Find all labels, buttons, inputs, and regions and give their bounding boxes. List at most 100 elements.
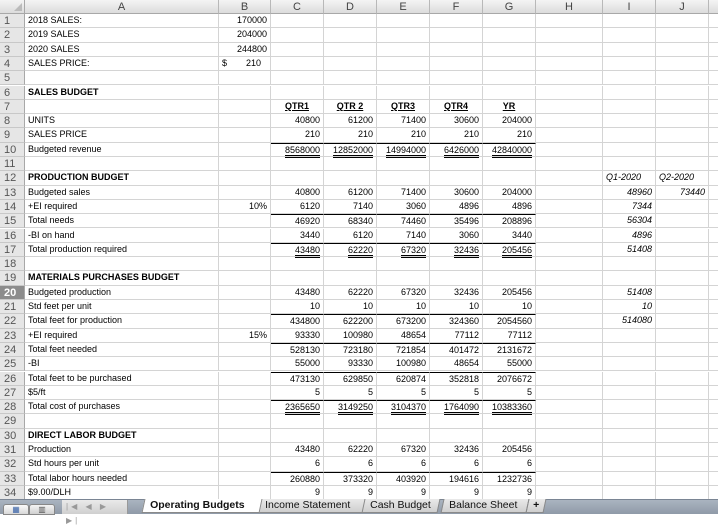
cell-g13[interactable]: 204000: [483, 185, 536, 200]
cell-g34[interactable]: 9: [483, 485, 536, 499]
cell-k15[interactable]: [709, 214, 718, 229]
cell-d2[interactable]: [324, 28, 377, 43]
cell-b17[interactable]: [219, 242, 271, 258]
cell-j25[interactable]: [656, 357, 709, 372]
cell-g26[interactable]: 2076672: [483, 371, 536, 386]
row-header[interactable]: 30: [0, 428, 25, 443]
cell-a8[interactable]: UNITS: [25, 114, 219, 129]
cell-h9[interactable]: [536, 128, 603, 143]
cell-d7[interactable]: QTR 2: [324, 99, 377, 115]
cell-g9[interactable]: 210: [483, 128, 536, 143]
cell-g15[interactable]: 208896: [483, 214, 536, 229]
cell-g1[interactable]: [483, 14, 536, 29]
cell-d5[interactable]: [324, 71, 377, 86]
cell-i18[interactable]: [603, 257, 656, 272]
cell-k7[interactable]: [709, 100, 718, 115]
cell-i4[interactable]: [603, 56, 656, 72]
cell-c3[interactable]: [271, 42, 324, 57]
cell-c20[interactable]: 43480: [271, 285, 324, 300]
cell-i2[interactable]: [603, 28, 656, 43]
cell-e29[interactable]: [377, 414, 430, 429]
cell-e14[interactable]: 3060: [377, 199, 430, 215]
cell-k30[interactable]: [709, 429, 718, 443]
cell-d10[interactable]: 12852000: [324, 142, 377, 158]
cell-c32[interactable]: 6: [271, 457, 324, 472]
cell-d31[interactable]: 62220: [324, 443, 377, 458]
row-header[interactable]: 6: [0, 85, 25, 100]
cell-d26[interactable]: 629850: [324, 371, 377, 386]
cell-c16[interactable]: 3440: [271, 228, 324, 243]
cell-e15[interactable]: 74460: [377, 214, 430, 229]
cell-d14[interactable]: 7140: [324, 199, 377, 215]
cell-b19[interactable]: [219, 271, 271, 286]
row-header[interactable]: 22: [0, 314, 25, 329]
cell-i15[interactable]: 56304: [603, 214, 656, 229]
cell-k1[interactable]: [709, 14, 718, 29]
cell-e30[interactable]: [377, 428, 430, 443]
cell-h30[interactable]: [536, 428, 603, 443]
row-header[interactable]: 8: [0, 114, 25, 129]
cell-a20[interactable]: Budgeted production: [25, 285, 219, 300]
cell-c34[interactable]: 9: [271, 485, 324, 499]
cell-j26[interactable]: [656, 371, 709, 386]
cell-h21[interactable]: [536, 300, 603, 315]
cell-h34[interactable]: [536, 485, 603, 499]
cell-i17[interactable]: 51408: [603, 242, 656, 258]
cell-i10[interactable]: [603, 142, 656, 157]
cell-f14[interactable]: 4896: [430, 199, 483, 215]
cell-e34[interactable]: 9: [377, 485, 430, 499]
cell-j32[interactable]: [656, 457, 709, 472]
row-header[interactable]: 34: [0, 485, 25, 499]
cell-b9[interactable]: [219, 128, 271, 143]
cell-d27[interactable]: 5: [324, 385, 377, 401]
cell-k24[interactable]: [709, 343, 718, 358]
cell-f30[interactable]: [430, 428, 483, 443]
cell-f12[interactable]: [430, 171, 483, 186]
cell-i27[interactable]: [603, 385, 656, 401]
column-header-d[interactable]: D: [324, 0, 377, 14]
cell-g27[interactable]: 5: [483, 385, 536, 401]
cell-j33[interactable]: [656, 471, 709, 486]
cell-a19[interactable]: MATERIALS PURCHASES BUDGET: [25, 271, 219, 286]
cell-a14[interactable]: +EI required: [25, 199, 219, 215]
cell-g22[interactable]: 2054560: [483, 314, 536, 329]
cell-g2[interactable]: [483, 28, 536, 43]
cell-g14[interactable]: 4896: [483, 199, 536, 215]
cell-k23[interactable]: [709, 329, 718, 343]
cell-f25[interactable]: 48654: [430, 357, 483, 372]
cell-k8[interactable]: [709, 114, 718, 129]
cell-h18[interactable]: [536, 257, 603, 272]
cell-g8[interactable]: 204000: [483, 114, 536, 129]
cell-e17[interactable]: 67320: [377, 242, 430, 258]
cell-f7[interactable]: QTR4: [430, 99, 483, 115]
cell-c24[interactable]: 528130: [271, 342, 324, 358]
cell-j15[interactable]: [656, 214, 709, 229]
cell-k11[interactable]: [709, 157, 718, 172]
cell-b24[interactable]: [219, 342, 271, 358]
cell-j34[interactable]: [656, 485, 709, 499]
cell-a31[interactable]: Production: [25, 443, 219, 458]
cell-i22[interactable]: 514080: [603, 314, 656, 329]
cell-k34[interactable]: [709, 486, 718, 499]
cell-d1[interactable]: [324, 14, 377, 29]
cell-a5[interactable]: [25, 71, 219, 86]
cell-g5[interactable]: [483, 71, 536, 86]
cell-j12[interactable]: Q2-2020: [656, 171, 709, 186]
cell-b3[interactable]: 244800: [219, 42, 271, 57]
cell-k6[interactable]: [709, 86, 718, 100]
cell-i5[interactable]: [603, 71, 656, 86]
cell-e27[interactable]: 5: [377, 385, 430, 401]
cell-f24[interactable]: 401472: [430, 342, 483, 358]
cell-e22[interactable]: 673200: [377, 314, 430, 329]
cell-b13[interactable]: [219, 185, 271, 200]
cell-a3[interactable]: 2020 SALES: [25, 42, 219, 57]
cell-a21[interactable]: Std feet per unit: [25, 300, 219, 315]
cell-j18[interactable]: [656, 257, 709, 272]
cell-c6[interactable]: [271, 85, 324, 100]
cell-k20[interactable]: [709, 286, 718, 300]
cell-i11[interactable]: [603, 157, 656, 172]
cell-c26[interactable]: 473130: [271, 371, 324, 386]
cell-c9[interactable]: 210: [271, 128, 324, 143]
cell-k33[interactable]: [709, 472, 718, 486]
sheet-tab-income-statement[interactable]: Income Statement: [256, 499, 368, 513]
